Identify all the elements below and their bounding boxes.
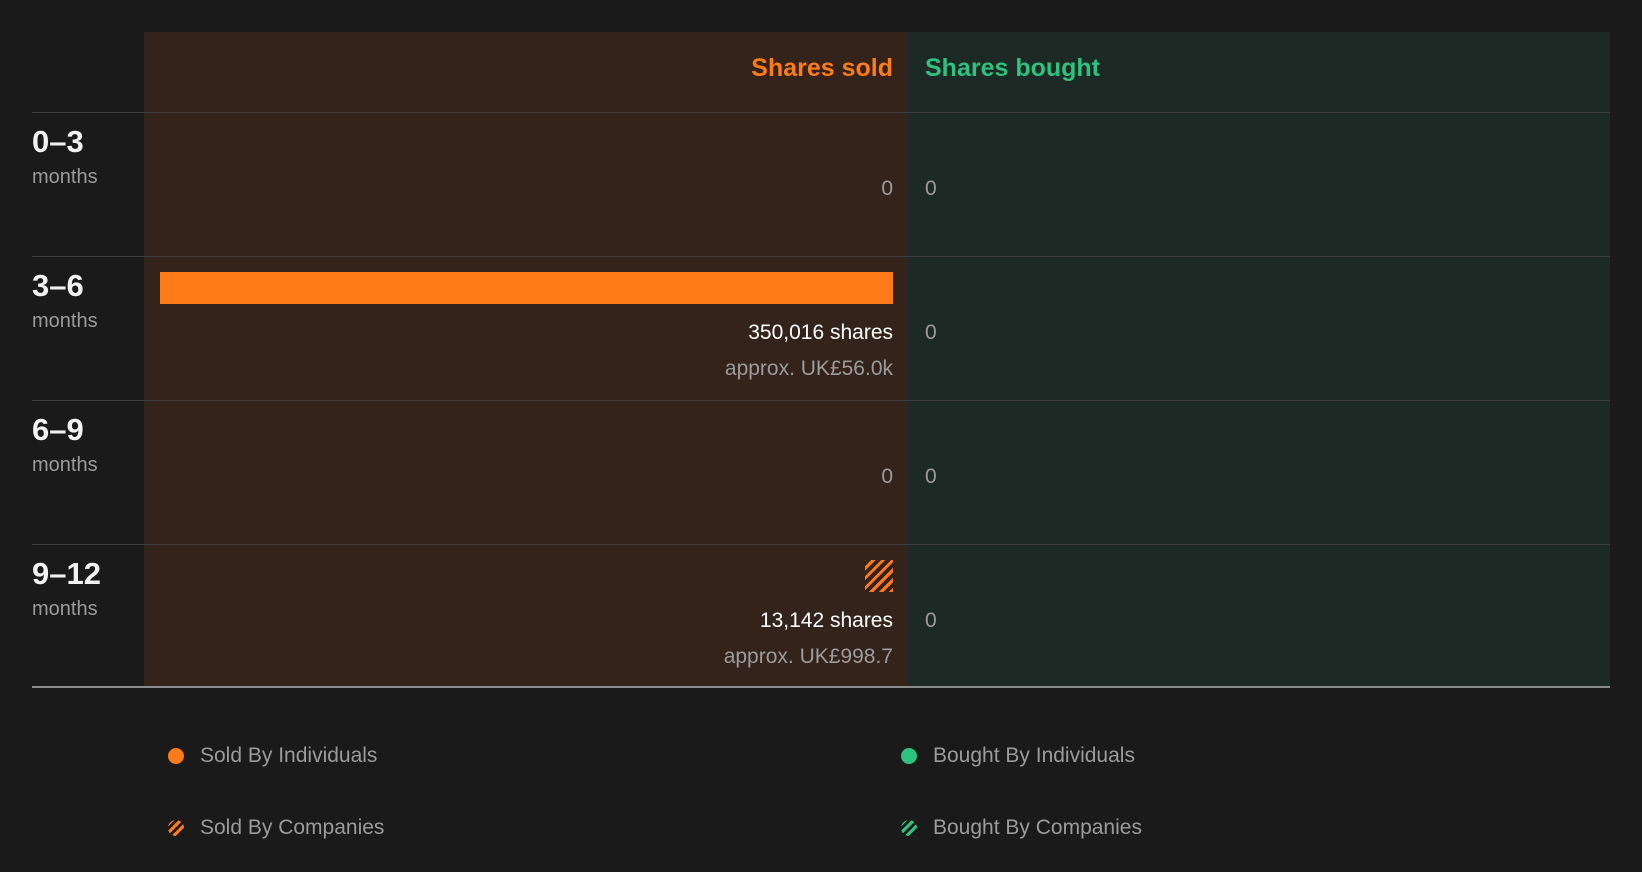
shares-sold-header: Shares sold — [751, 54, 893, 82]
sold-value-label: approx. UK£998.7 — [723, 645, 893, 668]
shares-bought-header: Shares bought — [925, 54, 1101, 82]
bought-zero-value: 0 — [925, 465, 937, 488]
period-label: 0–3 months — [32, 124, 98, 189]
row-divider — [32, 256, 1610, 257]
legend-sold-by-individuals: Sold By Individuals — [168, 744, 377, 768]
period-range: 9–12 — [32, 556, 101, 591]
bought-zero-value: 0 — [925, 177, 937, 200]
legend-label: Bought By Individuals — [933, 744, 1135, 767]
legend-label: Bought By Companies — [933, 816, 1142, 839]
period-unit: months — [32, 598, 98, 620]
period-label: 9–12 months — [32, 556, 101, 621]
legend-label: Sold By Individuals — [200, 744, 378, 767]
row-divider — [32, 544, 1610, 545]
period-range: 3–6 — [32, 268, 84, 303]
period-range: 6–9 — [32, 412, 84, 447]
period-label: 3–6 months — [32, 268, 98, 333]
striped-dot-icon — [168, 820, 184, 836]
shares-bought-panel — [908, 32, 1610, 687]
sold-zero-value: 0 — [881, 177, 893, 200]
legend-bought-by-companies: Bought By Companies — [901, 816, 1142, 840]
bought-zero-value: 0 — [925, 321, 937, 344]
legend-sold-by-companies: Sold By Companies — [168, 816, 384, 840]
period-unit: months — [32, 310, 98, 332]
bought-zero-value: 0 — [925, 609, 937, 632]
solid-dot-icon — [168, 748, 184, 764]
sold-value-label: approx. UK£56.0k — [724, 357, 893, 380]
sold-shares-label: 350,016 shares — [748, 321, 893, 344]
sold-shares-label: 13,142 shares — [759, 609, 893, 632]
striped-dot-icon — [901, 820, 917, 836]
sold-by-individuals-bar — [160, 272, 893, 304]
sold-zero-value: 0 — [881, 465, 893, 488]
row-divider — [32, 400, 1610, 401]
chart-baseline — [32, 686, 1610, 688]
period-unit: months — [32, 454, 98, 476]
period-range: 0–3 — [32, 124, 84, 159]
solid-dot-icon — [901, 748, 917, 764]
legend-label: Sold By Companies — [200, 816, 385, 839]
period-label: 6–9 months — [32, 412, 98, 477]
period-unit: months — [32, 166, 98, 188]
sold-by-companies-bar — [865, 560, 893, 592]
row-divider — [32, 112, 1610, 113]
insider-trading-chart: Shares sold Shares bought 0–3 months 0 0… — [0, 0, 1642, 872]
legend-bought-by-individuals: Bought By Individuals — [901, 744, 1135, 768]
